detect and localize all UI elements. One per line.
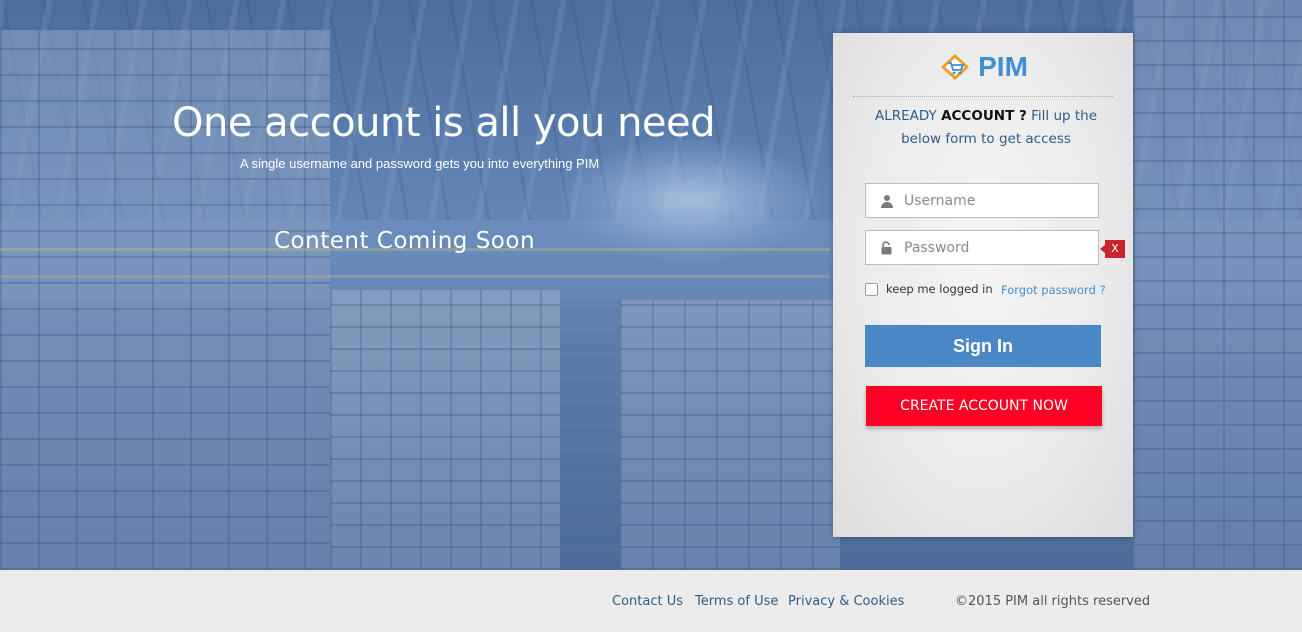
- brand-logo: PIM: [833, 51, 1133, 83]
- terms-of-use-link[interactable]: Terms of Use: [695, 594, 778, 609]
- password-input[interactable]: [904, 232, 1084, 263]
- user-icon: [880, 194, 894, 208]
- cart-logo-icon: [938, 52, 972, 82]
- brand-name: PIM: [978, 51, 1028, 82]
- contact-us-link[interactable]: Contact Us: [612, 594, 683, 609]
- lock-icon: [880, 240, 894, 255]
- remember-me[interactable]: keep me logged in: [865, 282, 993, 296]
- intro-prefix: ALREADY: [874, 108, 942, 124]
- password-error-badge: X: [1100, 240, 1125, 258]
- remember-checkbox[interactable]: [865, 282, 878, 296]
- intro-bold: ACCOUNT ?: [941, 108, 1027, 124]
- copyright-text: ©2015 PIM all rights reserved: [955, 594, 1151, 609]
- privacy-cookies-link[interactable]: Privacy & Cookies: [788, 594, 904, 609]
- hero-headline: One account is all you need: [172, 100, 716, 146]
- username-field[interactable]: [865, 183, 1099, 218]
- username-input[interactable]: [904, 185, 1084, 216]
- coming-soon-text: Content Coming Soon: [274, 228, 536, 254]
- login-panel: PIM ALREADY ACCOUNT ? Fill up the below …: [833, 33, 1133, 537]
- login-intro: ALREADY ACCOUNT ? Fill up the below form…: [853, 105, 1119, 151]
- create-account-button[interactable]: CREATE ACCOUNT NOW: [866, 386, 1102, 426]
- sign-in-button[interactable]: Sign In: [865, 325, 1101, 367]
- footer: Contact Us Terms of Use Privacy & Cookie…: [0, 570, 1302, 632]
- forgot-password-link[interactable]: Forgot password ?: [1001, 283, 1106, 297]
- hero-subline: A single username and password gets you …: [240, 156, 600, 171]
- panel-divider: [853, 96, 1113, 97]
- password-field[interactable]: [865, 230, 1099, 265]
- remember-label: keep me logged in: [886, 282, 993, 296]
